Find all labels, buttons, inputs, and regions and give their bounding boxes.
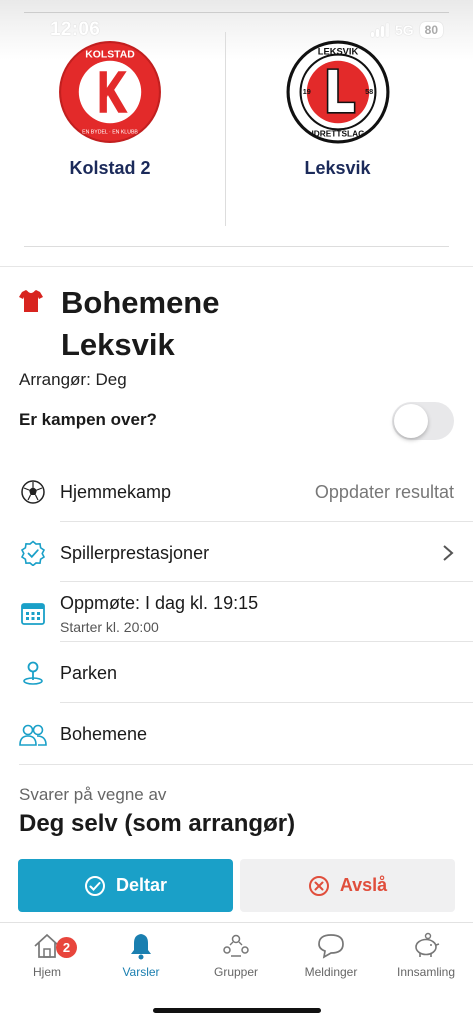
bell-icon [131,934,151,960]
start-time-label: Starter kl. 20:00 [60,619,159,635]
location-pin-icon [23,661,43,685]
match-over-toggle[interactable] [392,402,454,440]
teams-bottom-divider [24,246,449,247]
match-over-label: Er kampen over? [19,410,157,429]
tab-fundraising[interactable]: Innsamling [379,931,473,979]
decline-label: Avslå [339,875,388,895]
organizer-label: Arrangør: Deg [19,370,127,389]
kolstad-logo-icon: KOLSTAD EN BYDEL · EN KLUBB [59,41,161,143]
group-row[interactable]: Bohemene [0,704,473,764]
notification-badge: 2 [56,937,77,958]
event-title-line2: Leksvik [61,327,175,362]
chevron-right-icon [443,545,454,561]
reply-on-behalf[interactable]: Deg selv (som arrangør) [19,810,295,838]
group-label: Bohemene [60,724,148,744]
svg-text:IDRETTSLAG: IDRETTSLAG [311,129,364,139]
football-icon [21,480,45,504]
accept-label: Deltar [115,875,168,895]
row-divider [60,702,473,703]
toggle-knob [394,404,428,438]
tab-home-label: Hjem [32,965,61,979]
header-divider [24,12,449,13]
leksvik-logo-icon: LEKSVIK IDRETTSLAG 19 58 [286,40,389,144]
tab-messages[interactable]: Meldinger [284,931,378,979]
svg-text:58: 58 [365,87,373,96]
chat-bubble-icon [318,934,344,959]
svg-text:KOLSTAD: KOLSTAD [85,50,135,61]
home-team-name: Kolstad 2 [69,158,151,178]
home-game-label: Hjemmekamp [60,482,172,502]
tab-fundraising-label: Innsamling [396,965,456,979]
update-result-link[interactable]: Oppdater resultat [315,482,454,503]
home-game-row: Hjemmekamp Oppdater resultat [0,462,473,522]
match-teams: KOLSTAD EN BYDEL · EN KLUBB Kolstad 2 LE… [0,28,473,228]
check-circle-icon [84,875,105,896]
meetup-row: Oppmøte: I dag kl. 19:15 Starter kl. 20:… [0,582,473,642]
verified-badge-icon [20,540,46,566]
home-indicator [153,1008,321,1013]
tab-notifications-label: Varsler [122,965,160,979]
decline-button[interactable]: Avslå [240,859,455,912]
row-divider [60,641,473,642]
meetup-label: Oppmøte: I dag kl. 19:15 [60,593,259,613]
shirt-icon [19,290,43,312]
event-title-line1: Bohemene [61,285,220,320]
tab-messages-label: Meldinger [304,965,358,979]
rows-bottom-divider [19,764,473,765]
event-header: Bohemene Leksvik [18,282,458,366]
location-label: Parken [60,663,118,683]
svg-text:EN BYDEL · EN KLUBB: EN BYDEL · EN KLUBB [82,130,138,136]
accept-button[interactable]: Deltar [18,859,233,912]
away-team[interactable]: LEKSVIK IDRETTSLAG 19 58 Leksvik [226,28,449,179]
away-team-name: Leksvik [304,158,371,178]
performances-row[interactable]: Spillerprestasjoner [0,522,473,582]
reply-caption: Svarer på vegne av [19,785,167,804]
people-icon [19,724,47,746]
tab-notifications[interactable]: Varsler [94,931,188,979]
section-divider [0,266,473,267]
calendar-icon [21,603,45,625]
svg-text:19: 19 [302,87,310,96]
tab-groups[interactable]: Grupper [189,931,283,979]
event-title: Bohemene Leksvik [61,282,458,366]
piggy-bank-icon [415,932,440,957]
tab-groups-label: Grupper [213,965,259,979]
close-circle-icon [308,875,329,896]
home-team[interactable]: KOLSTAD EN BYDEL · EN KLUBB Kolstad 2 [0,28,220,179]
groups-icon [223,934,249,957]
svg-text:LEKSVIK: LEKSVIK [317,47,358,57]
tab-home[interactable]: Hjem 2 [0,931,94,979]
location-row[interactable]: Parken [0,643,473,703]
performances-label: Spillerprestasjoner [60,543,210,563]
